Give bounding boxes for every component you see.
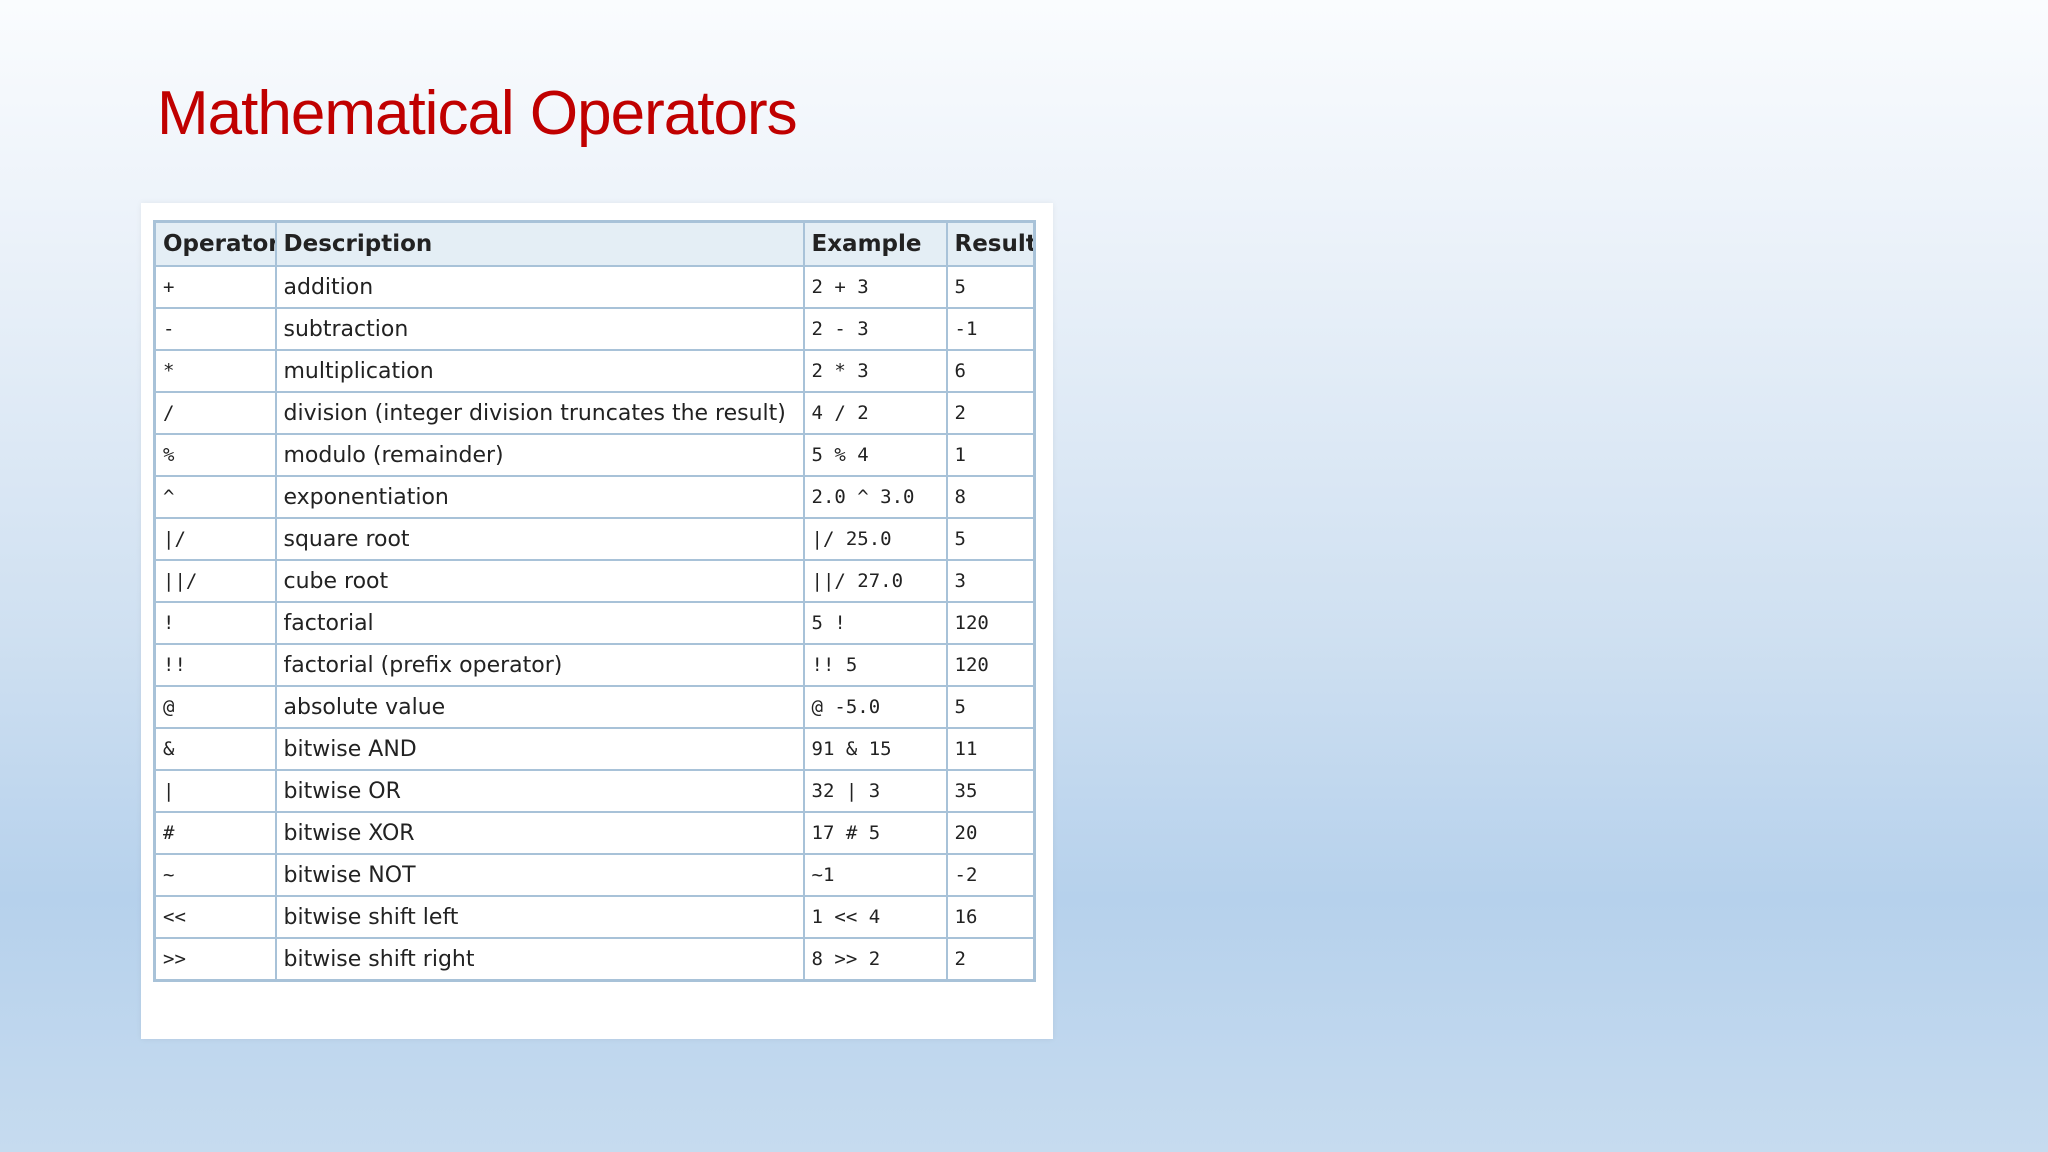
description-cell: factorial [274, 601, 805, 645]
operator-cell: |/ [153, 517, 277, 561]
description-cell: absolute value [274, 685, 805, 729]
table-row: # bitwise XOR 17 # 5 20 [153, 811, 1036, 855]
example-cell: 2 * 3 [802, 349, 948, 393]
example-cell: @ -5.0 [802, 685, 948, 729]
result-cell: 20 [945, 811, 1036, 855]
description-cell: division (integer division truncates the… [274, 391, 805, 435]
table-row: ||/cube root ||/ 27.0 3 [153, 559, 1036, 603]
operator-cell: >> [153, 937, 277, 982]
result-cell: 16 [945, 895, 1036, 939]
result-cell: -1 [945, 307, 1036, 351]
operator-cell: + [153, 265, 277, 309]
table-row: / division (integer division truncates th… [153, 391, 1036, 435]
operator-cell: @ [153, 685, 277, 729]
table-row: ! factorial 5 ! 120 [153, 601, 1036, 645]
result-cell: 6 [945, 349, 1036, 393]
table-row: |/square root |/ 25.0 5 [153, 517, 1036, 561]
example-cell: 8 >> 2 [802, 937, 948, 982]
description-cell: bitwise OR [274, 769, 805, 813]
table-row: * multiplication 2 * 36 [153, 349, 1036, 393]
operator-cell: ! [153, 601, 277, 645]
table-row: !! factorial (prefix operator)!! 5 120 [153, 643, 1036, 687]
operator-cell: ~ [153, 853, 277, 897]
operator-cell: * [153, 349, 277, 393]
operator-cell: / [153, 391, 277, 435]
result-cell: 120 [945, 601, 1036, 645]
table-row: >> bitwise shift right 8 >> 22 [153, 937, 1036, 982]
description-cell: modulo (remainder) [274, 433, 805, 477]
description-cell: bitwise XOR [274, 811, 805, 855]
example-cell: 4 / 2 [802, 391, 948, 435]
result-cell: 5 [945, 265, 1036, 309]
operator-cell: & [153, 727, 277, 771]
operator-cell: | [153, 769, 277, 813]
result-cell: -2 [945, 853, 1036, 897]
table-body: + addition 2 + 3 5- subtraction 2 - 3 -1 * multi… [153, 265, 1036, 982]
table-header-row: Operator Description Example Result [153, 220, 1036, 267]
table-frame: Operator Description Example Result + add… [141, 203, 1053, 1039]
description-cell: multiplication [274, 349, 805, 393]
example-cell: 2 + 3 [802, 265, 948, 309]
description-cell: bitwise AND [274, 727, 805, 771]
description-cell: square root [274, 517, 805, 561]
description-cell: factorial (prefix operator) [274, 643, 805, 687]
result-cell: 2 [945, 937, 1036, 982]
operator-cell: ||/ [153, 559, 277, 603]
operator-cell: % [153, 433, 277, 477]
result-cell: 120 [945, 643, 1036, 687]
table-row: << bitwise shift left 1 << 4 16 [153, 895, 1036, 939]
description-cell: bitwise shift right [274, 937, 805, 982]
table-row: + addition 2 + 35 [153, 265, 1036, 309]
result-cell: 11 [945, 727, 1036, 771]
operator-cell: # [153, 811, 277, 855]
header-example: Example [802, 220, 948, 267]
example-cell: 5 ! [802, 601, 948, 645]
table-row: ~ bitwise NOT ~1 -2 [153, 853, 1036, 897]
example-cell: |/ 25.0 [802, 517, 948, 561]
table-row: - subtraction 2 - 3 -1 [153, 307, 1036, 351]
example-cell: 5 % 4 [802, 433, 948, 477]
result-cell: 35 [945, 769, 1036, 813]
operator-cell: !! [153, 643, 277, 687]
table-row: | bitwise OR 32 | 3 35 [153, 769, 1036, 813]
operator-cell: ^ [153, 475, 277, 519]
header-description: Description [274, 220, 805, 267]
table-row: & bitwise AND 91 & 15 11 [153, 727, 1036, 771]
result-cell: 2 [945, 391, 1036, 435]
operators-table: Operator Description Example Result + add… [153, 220, 1036, 982]
operator-cell: - [153, 307, 277, 351]
description-cell: bitwise NOT [274, 853, 805, 897]
example-cell: 2 - 3 [802, 307, 948, 351]
description-cell: subtraction [274, 307, 805, 351]
description-cell: cube root [274, 559, 805, 603]
example-cell: 1 << 4 [802, 895, 948, 939]
operator-cell: << [153, 895, 277, 939]
example-cell: 2.0 ^ 3.0 [802, 475, 948, 519]
table-row: ^ exponentiation 2.0 ^ 3.0 8 [153, 475, 1036, 519]
example-cell: ||/ 27.0 [802, 559, 948, 603]
table-row: @ absolute value @ -5.0 5 [153, 685, 1036, 729]
result-cell: 5 [945, 517, 1036, 561]
table-row: % modulo (remainder) 5 % 41 [153, 433, 1036, 477]
result-cell: 3 [945, 559, 1036, 603]
result-cell: 5 [945, 685, 1036, 729]
description-cell: exponentiation [274, 475, 805, 519]
example-cell: 32 | 3 [802, 769, 948, 813]
example-cell: 91 & 15 [802, 727, 948, 771]
example-cell: !! 5 [802, 643, 948, 687]
header-result: Result [945, 220, 1036, 267]
result-cell: 1 [945, 433, 1036, 477]
slide-title: Mathematical Operators [157, 79, 798, 148]
description-cell: bitwise shift left [274, 895, 805, 939]
example-cell: ~1 [802, 853, 948, 897]
result-cell: 8 [945, 475, 1036, 519]
example-cell: 17 # 5 [802, 811, 948, 855]
description-cell: addition [274, 265, 805, 309]
header-operator: Operator [153, 220, 277, 267]
